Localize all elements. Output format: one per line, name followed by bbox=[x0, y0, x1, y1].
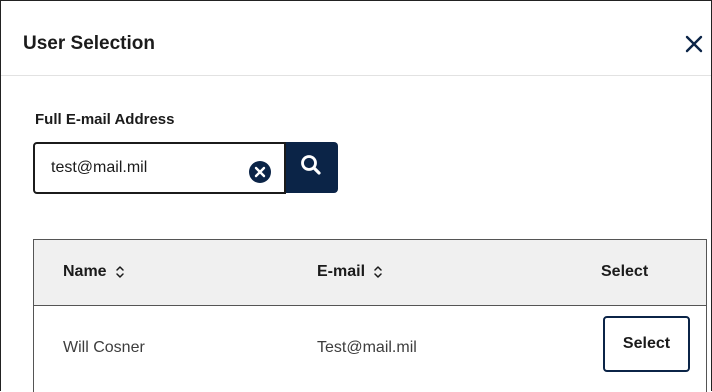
column-header-label: Name bbox=[63, 263, 107, 280]
clear-search-button[interactable] bbox=[249, 161, 271, 183]
column-header-name[interactable]: Name bbox=[63, 263, 125, 281]
sort-icon[interactable] bbox=[115, 265, 125, 279]
row-email-cell: Test@mail.mil bbox=[317, 339, 417, 356]
dialog-header: User Selection bbox=[1, 1, 711, 76]
table-header: Name E-mail Select bbox=[34, 240, 706, 306]
search-button[interactable] bbox=[286, 142, 338, 193]
sort-icon[interactable] bbox=[373, 265, 383, 279]
column-header-label: Select bbox=[601, 263, 649, 280]
email-search-input[interactable] bbox=[51, 154, 241, 182]
column-header-label: E-mail bbox=[317, 263, 366, 280]
column-header-email[interactable]: E-mail bbox=[317, 263, 383, 281]
email-field-label: Full E-mail Address bbox=[35, 111, 175, 128]
column-header-select: Select bbox=[601, 263, 648, 281]
search-icon bbox=[301, 155, 321, 175]
email-search-field bbox=[33, 142, 286, 194]
table-row: Will Cosner Test@mail.mil Select bbox=[34, 306, 706, 392]
dialog-title: User Selection bbox=[23, 33, 155, 54]
close-icon bbox=[685, 35, 703, 53]
user-selection-dialog: User Selection Full E-mail Address Name bbox=[0, 0, 712, 392]
row-name-cell: Will Cosner bbox=[63, 339, 145, 356]
select-user-button[interactable]: Select bbox=[603, 316, 690, 372]
close-button[interactable] bbox=[681, 31, 709, 59]
clear-circle-icon bbox=[254, 166, 266, 178]
user-results-table: Name E-mail Select Will Cosner Test@mail… bbox=[33, 239, 707, 392]
